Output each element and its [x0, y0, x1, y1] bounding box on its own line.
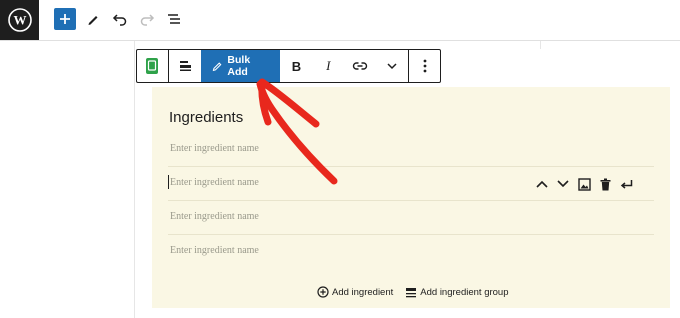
link-icon	[353, 62, 368, 70]
undo-button[interactable]	[109, 8, 131, 30]
link-button[interactable]	[344, 50, 376, 82]
ingredient-name-input[interactable]: Enter ingredient name	[170, 177, 259, 188]
add-image-button[interactable]	[576, 176, 592, 192]
pencil-icon	[88, 16, 98, 25]
block-toolbar: Bulk Add B I	[136, 49, 441, 83]
redo-button[interactable]	[136, 8, 158, 30]
move-down-button[interactable]	[555, 176, 571, 192]
enter-icon	[620, 179, 632, 189]
wordpress-logo-icon[interactable]: W	[0, 0, 39, 40]
redo-icon	[140, 14, 155, 26]
italic-label: I	[326, 58, 331, 73]
ingredient-name-input[interactable]: Enter ingredient name	[170, 143, 259, 154]
move-up-button[interactable]	[534, 176, 550, 192]
add-ingredient-button[interactable]: Add ingredient	[317, 286, 393, 298]
list-view-icon	[168, 14, 180, 24]
bulk-add-label: Bulk Add	[227, 54, 251, 78]
block-options-button[interactable]	[409, 50, 440, 82]
ingredient-row[interactable]: Enter ingredient name	[168, 201, 654, 235]
ingredient-name-input[interactable]: Enter ingredient name	[170, 245, 259, 256]
image-icon	[577, 177, 591, 191]
svg-text:W: W	[13, 13, 26, 28]
more-formats-button[interactable]	[376, 50, 408, 82]
text-cursor	[168, 175, 169, 189]
align-button[interactable]	[169, 50, 201, 82]
recipe-card-icon	[146, 58, 159, 74]
editor-top-bar: W	[0, 0, 680, 41]
add-block-button[interactable]	[54, 8, 76, 30]
tools-button[interactable]	[82, 8, 104, 30]
ingredient-row[interactable]: Enter ingredient name	[168, 235, 654, 269]
list-view-button[interactable]	[163, 8, 185, 30]
pencil-icon	[212, 61, 222, 71]
delete-ingredient-button[interactable]	[597, 176, 613, 192]
ingredients-block: Ingredients Enter ingredient name Enter …	[152, 87, 670, 308]
ingredient-footer-actions: Add ingredient Add ingredient group	[317, 286, 509, 298]
group-heading-icon	[406, 287, 417, 297]
align-icon	[179, 61, 191, 71]
canvas-left-border	[134, 41, 135, 318]
add-ingredient-label: Add ingredient	[332, 286, 394, 298]
chevron-down-icon	[557, 180, 569, 188]
chevron-up-icon	[536, 180, 548, 188]
ingredient-row-actions	[534, 176, 634, 192]
bold-button[interactable]: B	[280, 50, 312, 82]
canvas-divider	[540, 41, 541, 49]
ingredient-row[interactable]: Enter ingredient name	[168, 167, 654, 201]
chevron-down-icon	[387, 63, 397, 70]
ingredient-row[interactable]: Enter ingredient name	[168, 133, 654, 167]
block-type-button[interactable]	[137, 50, 168, 82]
bulk-add-button[interactable]: Bulk Add	[200, 50, 281, 82]
plus-icon	[60, 14, 70, 24]
new-line-button[interactable]	[618, 176, 634, 192]
more-vertical-icon	[423, 59, 426, 73]
add-ingredient-group-label: Add ingredient group	[420, 286, 509, 298]
ingredient-name-input[interactable]: Enter ingredient name	[170, 211, 259, 222]
trash-icon	[600, 178, 610, 190]
plus-circle-icon	[317, 286, 329, 298]
bold-label: B	[291, 58, 302, 74]
add-ingredient-group-button[interactable]: Add ingredient group	[405, 286, 509, 298]
undo-icon	[112, 14, 127, 26]
ingredients-title[interactable]: Ingredients	[169, 109, 243, 126]
italic-button[interactable]: I	[312, 50, 344, 82]
